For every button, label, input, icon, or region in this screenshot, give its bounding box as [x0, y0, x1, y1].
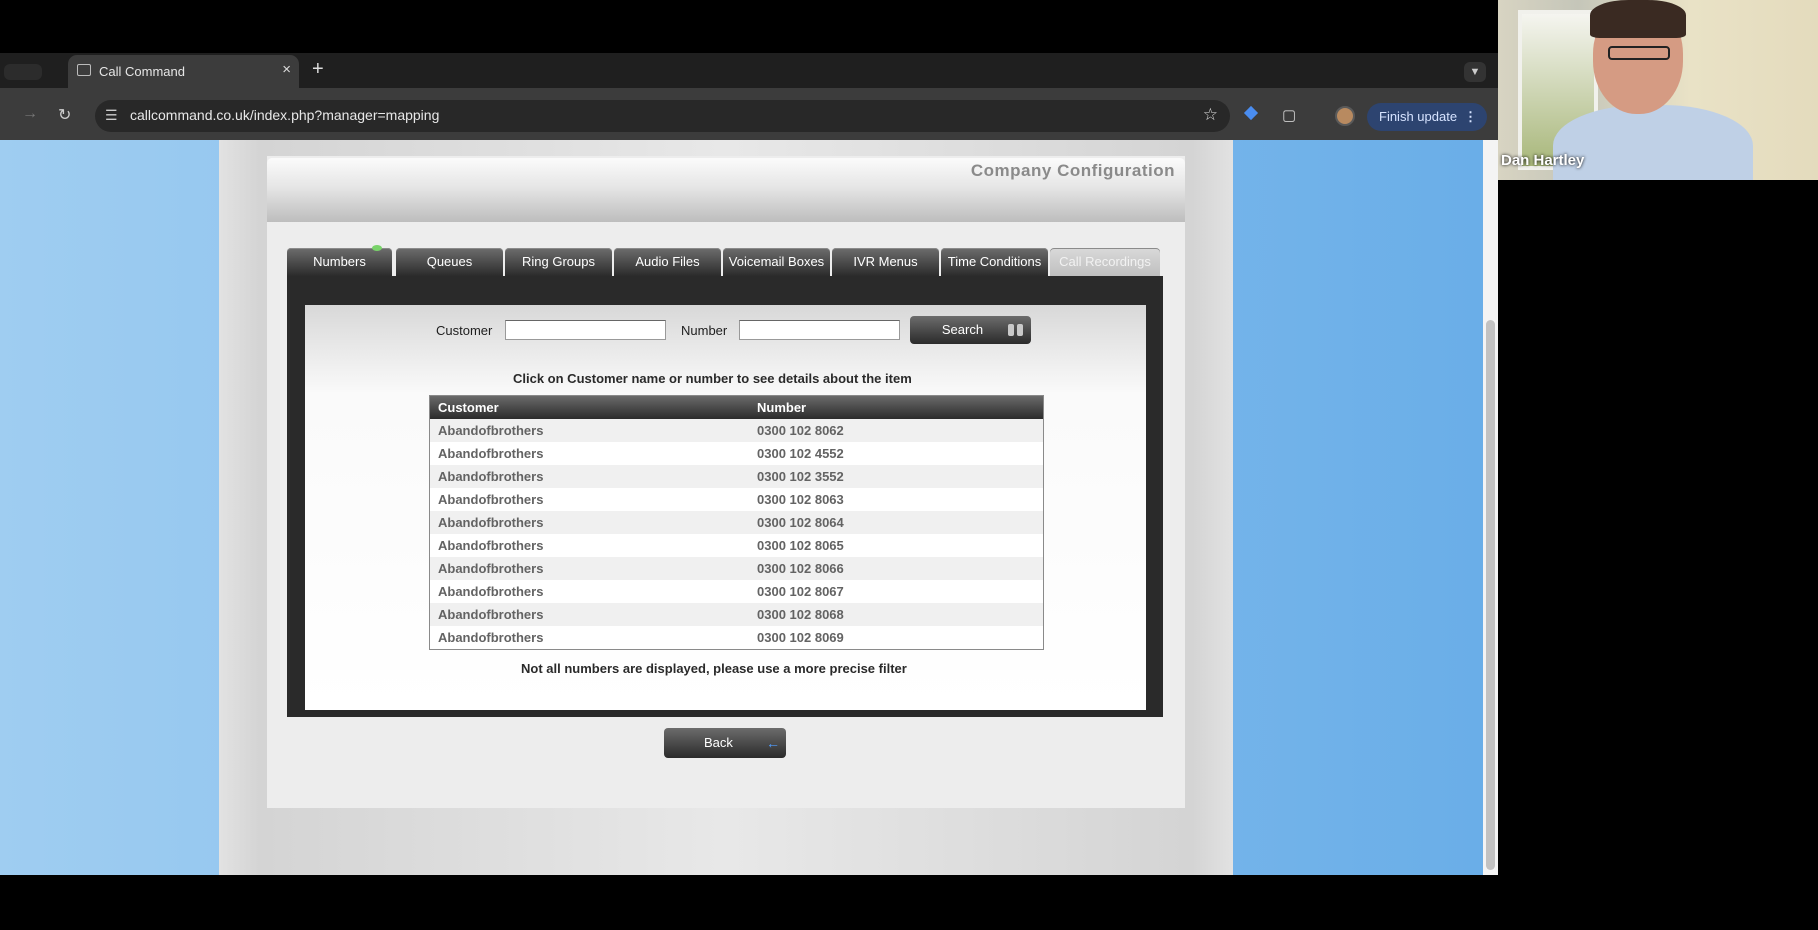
table-row[interactable]: Abandofbrothers 0300 102 8069: [430, 626, 1043, 649]
number-cell[interactable]: 0300 102 8065: [757, 538, 844, 553]
url-text[interactable]: callcommand.co.uk/index.php?manager=mapp…: [130, 107, 439, 123]
column-header-number: Number: [757, 400, 807, 415]
customer-cell[interactable]: Abandofbrothers: [438, 469, 543, 484]
number-cell[interactable]: 0300 102 8068: [757, 607, 844, 622]
participant-glasses: [1608, 46, 1670, 60]
reload-icon[interactable]: ↻: [58, 105, 71, 125]
number-cell[interactable]: 0300 102 8067: [757, 584, 844, 599]
customer-cell[interactable]: Abandofbrothers: [438, 561, 543, 576]
table-row[interactable]: Abandofbrothers 0300 102 8063: [430, 488, 1043, 511]
table-header: Customer Number: [430, 396, 1043, 419]
customer-cell[interactable]: Abandofbrothers: [438, 423, 543, 438]
back-arrow-icon: ←: [766, 735, 780, 751]
tab-close-icon[interactable]: ×: [282, 61, 291, 78]
number-cell[interactable]: 0300 102 8066: [757, 561, 844, 576]
customer-cell[interactable]: Abandofbrothers: [438, 446, 543, 461]
number-cell[interactable]: 0300 102 8064: [757, 515, 844, 530]
tab-voicemail-boxes[interactable]: Voicemail Boxes: [723, 248, 830, 276]
column-header-customer: Customer: [438, 400, 499, 415]
tab-ivr-menus[interactable]: IVR Menus: [832, 248, 939, 276]
number-cell[interactable]: 0300 102 8063: [757, 492, 844, 507]
tab-groups-icon[interactable]: [4, 64, 42, 80]
panel-header: Company Configuration: [267, 158, 1185, 222]
customer-cell[interactable]: Abandofbrothers: [438, 630, 543, 645]
participant-hair: [1590, 0, 1686, 38]
page-scrollbar[interactable]: [1483, 140, 1498, 875]
customer-cell[interactable]: Abandofbrothers: [438, 584, 543, 599]
customer-filter-label: Customer: [436, 323, 493, 338]
customer-filter-input[interactable]: [505, 320, 666, 340]
customer-cell[interactable]: Abandofbrothers: [438, 492, 543, 507]
extensions-icon[interactable]: ▢: [1282, 106, 1296, 124]
participant-name: Dan Hartley: [1501, 152, 1585, 169]
number-cell[interactable]: 0300 102 8062: [757, 423, 844, 438]
tab-call-recordings[interactable]: Call Recordings: [1050, 248, 1160, 276]
number-filter-label: Number: [681, 323, 728, 338]
browser-tab[interactable]: Call Command ×: [68, 55, 299, 88]
tab-numbers[interactable]: Numbers: [287, 245, 392, 276]
tab-title: Call Command: [99, 64, 185, 79]
numbers-table: Customer Number Abandofbrothers 0300 102 …: [429, 395, 1044, 650]
tab-queues[interactable]: Queues: [396, 248, 503, 276]
bookmark-star-icon[interactable]: ☆: [1203, 105, 1218, 125]
tab-time-conditions[interactable]: Time Conditions: [941, 248, 1048, 276]
video-call-tile: Dan Hartley: [1498, 0, 1818, 180]
customer-cell[interactable]: Abandofbrothers: [438, 607, 543, 622]
filter-notice: Not all numbers are displayed, please us…: [521, 661, 907, 676]
address-bar[interactable]: ☰ callcommand.co.uk/index.php?manager=ma…: [95, 100, 1230, 132]
number-cell[interactable]: 0300 102 4552: [757, 446, 844, 461]
table-row[interactable]: Abandofbrothers 0300 102 8062: [430, 419, 1043, 442]
table-row[interactable]: Abandofbrothers 0300 102 4552: [430, 442, 1043, 465]
search-button-label: Search: [941, 322, 984, 337]
finish-update-button[interactable]: Finish update ⋮: [1367, 103, 1487, 131]
more-menu-icon[interactable]: ⋮: [1464, 103, 1477, 131]
tab-favicon-icon: [77, 64, 91, 76]
page-title: Company Configuration: [970, 161, 1175, 180]
table-row[interactable]: Abandofbrothers 0300 102 8068: [430, 603, 1043, 626]
customer-cell[interactable]: Abandofbrothers: [438, 538, 543, 553]
back-button-label: Back: [704, 735, 733, 750]
number-cell[interactable]: 0300 102 3552: [757, 469, 844, 484]
site-info-icon[interactable]: ☰: [105, 107, 118, 124]
back-button[interactable]: Back ←: [664, 728, 786, 758]
customer-cell[interactable]: Abandofbrothers: [438, 515, 543, 530]
table-row[interactable]: Abandofbrothers 0300 102 3552: [430, 465, 1043, 488]
tab-audio-files[interactable]: Audio Files: [614, 248, 721, 276]
table-row[interactable]: Abandofbrothers 0300 102 8064: [430, 511, 1043, 534]
scrollbar-thumb[interactable]: [1486, 320, 1495, 870]
new-tab-button[interactable]: +: [312, 58, 324, 81]
table-row[interactable]: Abandofbrothers 0300 102 8066: [430, 557, 1043, 580]
config-tabs: Numbers Queues Ring Groups Audio Files V…: [287, 245, 1163, 276]
table-row[interactable]: Abandofbrothers 0300 102 8067: [430, 580, 1043, 603]
profile-avatar[interactable]: [1335, 106, 1355, 126]
binoculars-icon: [1007, 322, 1025, 338]
finish-update-label: Finish update: [1379, 109, 1458, 124]
number-cell[interactable]: 0300 102 8069: [757, 630, 844, 645]
number-filter-input[interactable]: [739, 320, 900, 340]
tab-ring-groups[interactable]: Ring Groups: [505, 248, 612, 276]
table-body: Abandofbrothers 0300 102 8062 Abandofbrot…: [430, 419, 1043, 649]
page-viewport: Company Configuration Numbers Queues Rin…: [0, 140, 1483, 875]
tab-search-chevron-icon[interactable]: ▼: [1464, 62, 1486, 82]
search-button[interactable]: Search: [910, 316, 1031, 344]
forward-icon[interactable]: →: [22, 105, 38, 123]
table-row[interactable]: Abandofbrothers 0300 102 8065: [430, 534, 1043, 557]
instruction-text: Click on Customer name or number to see …: [513, 371, 912, 386]
